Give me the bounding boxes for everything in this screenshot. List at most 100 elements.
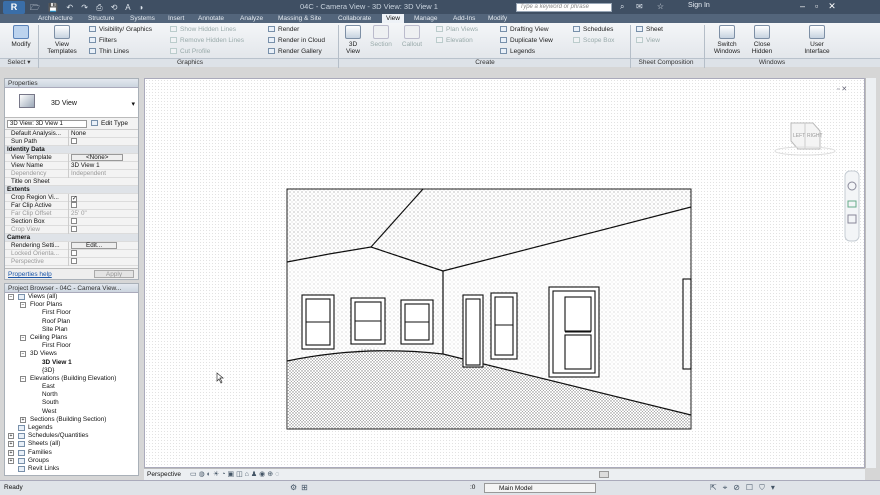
quick-access-toolbar[interactable]: 🗁 💾 ↶ ↷ ⎙ ⟲ A ◑ ⬡ xyxy=(30,2,150,12)
property-value[interactable] xyxy=(68,218,128,226)
property-row[interactable]: Far Clip Active xyxy=(5,202,138,210)
expand-icon[interactable]: + xyxy=(8,433,14,440)
render-gallery-button[interactable]: Render Gallery xyxy=(268,48,322,55)
instance-dropdown[interactable]: 3D View: 3D View 1 xyxy=(7,120,87,128)
close-hidden-button[interactable]: Close Hidden xyxy=(748,25,776,55)
expand-icon[interactable]: + xyxy=(8,441,14,448)
viewcube-left-face[interactable]: LEFT xyxy=(793,133,805,139)
view-control-icons[interactable]: ▭◍◐☀◔▣◫⌂♟◉⊕◌ xyxy=(190,470,281,478)
sign-in-button[interactable]: Sign In xyxy=(688,2,710,9)
crop-region[interactable] xyxy=(286,188,692,430)
browser-node[interactable]: − Views (all) xyxy=(5,293,138,301)
tab-modify[interactable]: Modify xyxy=(488,14,507,23)
property-value[interactable] xyxy=(68,202,128,210)
infocenter-tools[interactable]: ✉ ☆ xyxy=(636,2,670,11)
select-panel-label[interactable]: Select ▾ xyxy=(4,59,34,67)
collapse-icon[interactable]: − xyxy=(20,351,26,358)
section-button[interactable]: Section xyxy=(368,25,394,48)
property-value[interactable] xyxy=(68,226,128,234)
properties-help-link[interactable]: Properties help xyxy=(8,271,52,278)
3d-view-button[interactable]: 3D View xyxy=(342,25,364,55)
filters-button[interactable]: Filters xyxy=(89,37,117,44)
property-value[interactable] xyxy=(68,138,128,146)
restore-viewport-icon[interactable]: ▫ ✕ xyxy=(837,86,847,93)
search-icon[interactable]: ⌕ xyxy=(620,2,624,12)
visibility-graphics-button[interactable]: Visibility/ Graphics xyxy=(89,26,152,33)
browser-node[interactable]: East xyxy=(5,383,138,391)
property-group-header[interactable]: Identity Data xyxy=(5,146,138,154)
tab-architecture[interactable]: Architecture xyxy=(38,14,73,23)
apply-button[interactable]: Apply xyxy=(94,270,134,278)
property-value[interactable] xyxy=(68,250,128,258)
collapse-icon[interactable]: − xyxy=(8,294,14,300)
browser-node[interactable]: Legends xyxy=(5,424,138,432)
property-row[interactable]: Crop Region Vi... ✓ xyxy=(5,194,138,202)
browser-node[interactable]: − Elevations (Building Elevation) xyxy=(5,375,138,383)
tab-annotate[interactable]: Annotate xyxy=(198,14,224,23)
user-interface-button[interactable]: User Interface xyxy=(800,25,834,55)
browser-node[interactable]: + Sheets (all) xyxy=(5,440,138,448)
show-hidden-lines-button[interactable]: Show Hidden Lines xyxy=(170,26,236,33)
expand-icon[interactable]: + xyxy=(8,457,14,464)
window-controls[interactable]: –▫✕ xyxy=(800,1,846,12)
browser-node[interactable]: {3D} xyxy=(5,367,138,375)
property-row[interactable]: Sun Path xyxy=(5,138,138,146)
search-input[interactable]: Type a keyword or phrase xyxy=(516,3,612,12)
property-group-header[interactable]: Extents xyxy=(5,186,138,194)
tab-manage[interactable]: Manage xyxy=(414,14,438,23)
scope-box-button[interactable]: Scope Box xyxy=(573,37,614,44)
switch-windows-button[interactable]: Switch Windows xyxy=(712,25,742,55)
chevron-down-icon[interactable]: ▾ xyxy=(131,100,135,108)
render-button[interactable]: Render xyxy=(268,26,299,33)
property-group-header[interactable]: Camera xyxy=(5,234,138,242)
property-row[interactable]: Crop View xyxy=(5,226,138,234)
browser-node[interactable]: + Groups xyxy=(5,457,138,465)
property-row[interactable]: Title on Sheet xyxy=(5,178,138,186)
browser-node[interactable]: + Sections (Building Section) xyxy=(5,416,138,424)
type-selector[interactable]: 3D View ▾ xyxy=(5,88,138,118)
property-checkbox[interactable] xyxy=(71,258,77,264)
modify-button[interactable]: Modify xyxy=(8,25,34,48)
plan-views-button[interactable]: Plan Views xyxy=(436,26,478,33)
active-workset-dropdown[interactable]: Main Model xyxy=(484,483,596,493)
tab-insert[interactable]: Insert xyxy=(168,14,184,23)
remove-hidden-lines-button[interactable]: Remove Hidden Lines xyxy=(170,37,244,44)
view-placement-button[interactable]: View xyxy=(636,37,660,44)
property-row[interactable]: View Name 3D View 1 xyxy=(5,162,138,170)
callout-button[interactable]: Callout xyxy=(398,25,426,48)
edit-type-button[interactable]: Edit Type xyxy=(91,120,128,127)
browser-node[interactable]: −3D Views xyxy=(5,350,138,358)
tab-analyze[interactable]: Analyze xyxy=(240,14,263,23)
property-value[interactable]: Edit... xyxy=(68,242,128,250)
browser-node[interactable]: − Floor Plans xyxy=(5,301,138,309)
browser-node[interactable]: Site Plan xyxy=(5,326,138,334)
browser-node[interactable]: South xyxy=(5,399,138,407)
collapse-icon[interactable]: − xyxy=(20,334,26,341)
property-checkbox[interactable] xyxy=(71,226,77,232)
vertical-scrollbar[interactable] xyxy=(865,78,876,468)
property-value[interactable]: Independent xyxy=(68,170,128,178)
property-value[interactable]: <None> xyxy=(68,154,128,162)
worksharing-icons[interactable]: ⚙⊞ xyxy=(290,483,312,492)
duplicate-view-button[interactable]: Duplicate View xyxy=(500,37,553,44)
viewcube[interactable]: LEFT RIGHT xyxy=(774,122,836,156)
property-row[interactable]: Locked Orienta... xyxy=(5,250,138,258)
3d-viewport[interactable]: LEFT RIGHT ▫ ✕ xyxy=(144,78,865,468)
property-checkbox[interactable] xyxy=(71,138,77,144)
selection-filter-icons[interactable]: ⇱⌖⊘☐⛉▾ xyxy=(710,483,781,493)
horizontal-scroll-thumb[interactable] xyxy=(599,471,609,478)
browser-node[interactable]: − Ceiling Plans xyxy=(5,334,138,342)
property-value[interactable]: None xyxy=(68,130,128,138)
property-row[interactable]: Far Clip Offset 25' 0" xyxy=(5,210,138,218)
collapse-icon[interactable]: − xyxy=(20,375,26,382)
expand-icon[interactable]: + xyxy=(8,449,14,456)
property-row[interactable]: Perspective xyxy=(5,258,138,266)
viewcube-right-face[interactable]: RIGHT xyxy=(807,133,823,139)
tab-massing-site[interactable]: Massing & Site xyxy=(278,14,321,23)
browser-node[interactable]: West xyxy=(5,408,138,416)
thin-lines-button[interactable]: Thin Lines xyxy=(89,48,129,55)
browser-node[interactable]: First Floor xyxy=(5,342,138,350)
tab-add-ins[interactable]: Add-Ins xyxy=(453,14,475,23)
property-row[interactable]: View Template <None> xyxy=(5,154,138,162)
revit-logo-icon[interactable]: R xyxy=(3,1,25,14)
